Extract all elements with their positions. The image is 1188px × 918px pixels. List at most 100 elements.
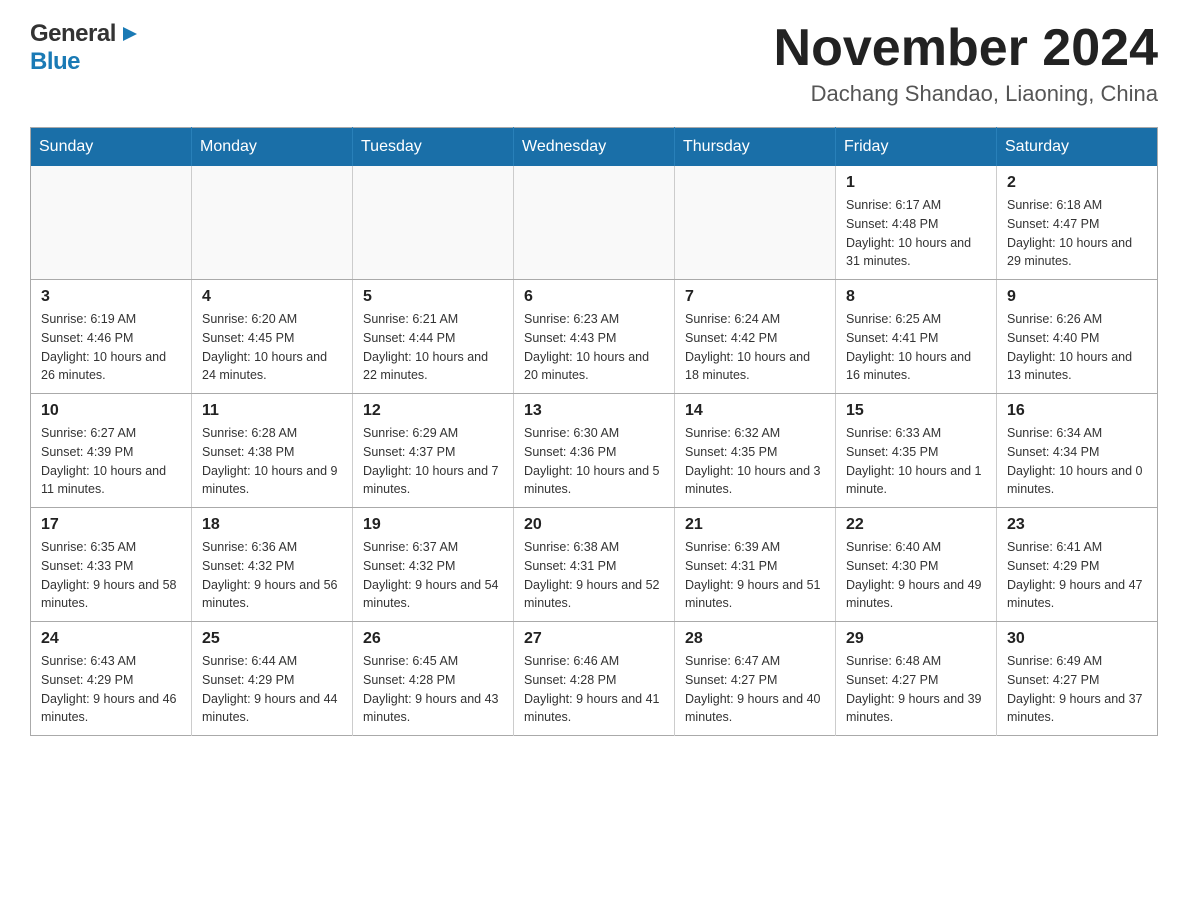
day-info: Sunrise: 6:25 AM Sunset: 4:41 PM Dayligh…: [846, 310, 986, 385]
day-number: 17: [41, 516, 181, 534]
calendar-cell: 12 Sunrise: 6:29 AM Sunset: 4:37 PM Dayli…: [353, 394, 514, 508]
calendar-cell: 7 Sunrise: 6:24 AM Sunset: 4:42 PM Daylig…: [675, 280, 836, 394]
day-info: Sunrise: 6:38 AM Sunset: 4:31 PM Dayligh…: [524, 538, 664, 613]
logo-blue: Blue: [30, 48, 80, 76]
calendar-day-header: Thursday: [675, 128, 836, 167]
day-info: Sunrise: 6:43 AM Sunset: 4:29 PM Dayligh…: [41, 652, 181, 727]
calendar-cell: 19Sunrise: 6:37 AM Sunset: 4:32 PM Dayli…: [353, 508, 514, 622]
day-info: Sunrise: 6:19 AM Sunset: 4:46 PM Dayligh…: [41, 310, 181, 385]
day-number: 29: [846, 630, 986, 648]
calendar-cell: [353, 166, 514, 280]
calendar-cell: 11 Sunrise: 6:28 AM Sunset: 4:38 PM Dayli…: [192, 394, 353, 508]
day-info: Sunrise: 6:24 AM Sunset: 4:42 PM Dayligh…: [685, 310, 825, 385]
day-info: Sunrise: 6:29 AM Sunset: 4:37 PM Dayligh…: [363, 424, 503, 499]
calendar-day-header: Friday: [836, 128, 997, 167]
day-number: 21: [685, 516, 825, 534]
calendar-cell: 2Sunrise: 6:18 AM Sunset: 4:47 PM Daylig…: [997, 166, 1158, 280]
day-number: 6: [524, 288, 664, 306]
calendar-table: SundayMondayTuesdayWednesdayThursdayFrid…: [30, 127, 1158, 736]
calendar-cell: [31, 166, 192, 280]
calendar-cell: 17 Sunrise: 6:35 AM Sunset: 4:33 PM Dayli…: [31, 508, 192, 622]
day-info: Sunrise: 6:32 AM Sunset: 4:35 PM Dayligh…: [685, 424, 825, 499]
day-number: 7: [685, 288, 825, 306]
location-title: Dachang Shandao, Liaoning, China: [774, 81, 1158, 107]
calendar-cell: 4Sunrise: 6:20 AM Sunset: 4:45 PM Daylig…: [192, 280, 353, 394]
calendar-cell: 8 Sunrise: 6:25 AM Sunset: 4:41 PM Daylig…: [836, 280, 997, 394]
day-number: 5: [363, 288, 503, 306]
day-number: 9: [1007, 288, 1147, 306]
calendar-cell: 18Sunrise: 6:36 AM Sunset: 4:32 PM Dayli…: [192, 508, 353, 622]
day-info: Sunrise: 6:17 AM Sunset: 4:48 PM Dayligh…: [846, 196, 986, 271]
calendar-cell: 15 Sunrise: 6:33 AM Sunset: 4:35 PM Dayli…: [836, 394, 997, 508]
calendar-day-header: Monday: [192, 128, 353, 167]
calendar-cell: 30 Sunrise: 6:49 AM Sunset: 4:27 PM Dayli…: [997, 622, 1158, 736]
day-number: 22: [846, 516, 986, 534]
day-info: Sunrise: 6:48 AM Sunset: 4:27 PM Dayligh…: [846, 652, 986, 727]
calendar-cell: 1 Sunrise: 6:17 AM Sunset: 4:48 PM Daylig…: [836, 166, 997, 280]
calendar-cell: 5 Sunrise: 6:21 AM Sunset: 4:44 PM Daylig…: [353, 280, 514, 394]
day-number: 15: [846, 402, 986, 420]
day-number: 23: [1007, 516, 1147, 534]
day-info: Sunrise: 6:27 AM Sunset: 4:39 PM Dayligh…: [41, 424, 181, 499]
calendar-cell: 16Sunrise: 6:34 AM Sunset: 4:34 PM Dayli…: [997, 394, 1158, 508]
day-number: 12: [363, 402, 503, 420]
day-number: 1: [846, 174, 986, 192]
day-info: Sunrise: 6:23 AM Sunset: 4:43 PM Dayligh…: [524, 310, 664, 385]
day-number: 13: [524, 402, 664, 420]
day-number: 19: [363, 516, 503, 534]
day-number: 24: [41, 630, 181, 648]
calendar-week-row: 24 Sunrise: 6:43 AM Sunset: 4:29 PM Dayli…: [31, 622, 1158, 736]
calendar-week-row: 10 Sunrise: 6:27 AM Sunset: 4:39 PM Dayli…: [31, 394, 1158, 508]
calendar-cell: 27 Sunrise: 6:46 AM Sunset: 4:28 PM Dayli…: [514, 622, 675, 736]
day-info: Sunrise: 6:46 AM Sunset: 4:28 PM Dayligh…: [524, 652, 664, 727]
day-number: 2: [1007, 174, 1147, 192]
title-section: November 2024 Dachang Shandao, Liaoning,…: [774, 20, 1158, 107]
calendar-cell: [192, 166, 353, 280]
calendar-cell: [514, 166, 675, 280]
calendar-week-row: 1 Sunrise: 6:17 AM Sunset: 4:48 PM Daylig…: [31, 166, 1158, 280]
day-number: 11: [202, 402, 342, 420]
calendar-week-row: 17 Sunrise: 6:35 AM Sunset: 4:33 PM Dayli…: [31, 508, 1158, 622]
day-number: 30: [1007, 630, 1147, 648]
month-title: November 2024: [774, 20, 1158, 77]
day-info: Sunrise: 6:33 AM Sunset: 4:35 PM Dayligh…: [846, 424, 986, 499]
day-number: 4: [202, 288, 342, 306]
day-number: 20: [524, 516, 664, 534]
calendar-day-header: Sunday: [31, 128, 192, 167]
day-info: Sunrise: 6:44 AM Sunset: 4:29 PM Dayligh…: [202, 652, 342, 727]
calendar-cell: 23Sunrise: 6:41 AM Sunset: 4:29 PM Dayli…: [997, 508, 1158, 622]
day-number: 16: [1007, 402, 1147, 420]
day-number: 26: [363, 630, 503, 648]
logo-general: General: [30, 20, 116, 48]
day-number: 8: [846, 288, 986, 306]
calendar-cell: 3 Sunrise: 6:19 AM Sunset: 4:46 PM Daylig…: [31, 280, 192, 394]
calendar-cell: 20 Sunrise: 6:38 AM Sunset: 4:31 PM Dayli…: [514, 508, 675, 622]
day-info: Sunrise: 6:45 AM Sunset: 4:28 PM Dayligh…: [363, 652, 503, 727]
day-info: Sunrise: 6:28 AM Sunset: 4:38 PM Dayligh…: [202, 424, 342, 499]
calendar-cell: 14Sunrise: 6:32 AM Sunset: 4:35 PM Dayli…: [675, 394, 836, 508]
calendar-cell: 21 Sunrise: 6:39 AM Sunset: 4:31 PM Dayli…: [675, 508, 836, 622]
calendar-cell: 10 Sunrise: 6:27 AM Sunset: 4:39 PM Dayli…: [31, 394, 192, 508]
calendar-cell: 24 Sunrise: 6:43 AM Sunset: 4:29 PM Dayli…: [31, 622, 192, 736]
day-info: Sunrise: 6:49 AM Sunset: 4:27 PM Dayligh…: [1007, 652, 1147, 727]
calendar-cell: 25 Sunrise: 6:44 AM Sunset: 4:29 PM Dayli…: [192, 622, 353, 736]
calendar-week-row: 3 Sunrise: 6:19 AM Sunset: 4:46 PM Daylig…: [31, 280, 1158, 394]
calendar-cell: 22Sunrise: 6:40 AM Sunset: 4:30 PM Dayli…: [836, 508, 997, 622]
day-number: 3: [41, 288, 181, 306]
page-header: General Blue November 2024 Dachang Shand…: [30, 20, 1158, 107]
calendar-cell: 6 Sunrise: 6:23 AM Sunset: 4:43 PM Daylig…: [514, 280, 675, 394]
day-info: Sunrise: 6:26 AM Sunset: 4:40 PM Dayligh…: [1007, 310, 1147, 385]
day-number: 18: [202, 516, 342, 534]
day-info: Sunrise: 6:21 AM Sunset: 4:44 PM Dayligh…: [363, 310, 503, 385]
day-number: 10: [41, 402, 181, 420]
day-number: 27: [524, 630, 664, 648]
calendar-header-row: SundayMondayTuesdayWednesdayThursdayFrid…: [31, 128, 1158, 167]
day-info: Sunrise: 6:30 AM Sunset: 4:36 PM Dayligh…: [524, 424, 664, 499]
calendar-cell: [675, 166, 836, 280]
calendar-day-header: Tuesday: [353, 128, 514, 167]
calendar-cell: 13 Sunrise: 6:30 AM Sunset: 4:36 PM Dayli…: [514, 394, 675, 508]
day-info: Sunrise: 6:35 AM Sunset: 4:33 PM Dayligh…: [41, 538, 181, 613]
day-info: Sunrise: 6:39 AM Sunset: 4:31 PM Dayligh…: [685, 538, 825, 613]
day-number: 28: [685, 630, 825, 648]
day-number: 25: [202, 630, 342, 648]
